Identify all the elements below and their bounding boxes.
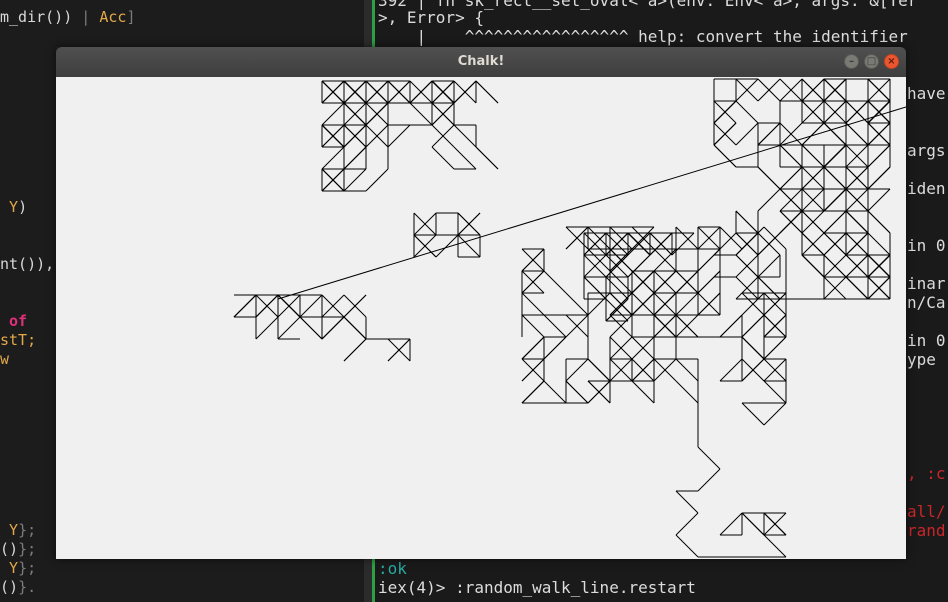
editor-line-10: ()}. [0, 578, 37, 596]
terminal-fragment: iden [907, 179, 946, 198]
editor-line-3: nt()), [0, 255, 55, 273]
terminal-fragment: , :c [907, 464, 946, 483]
terminal-fragment: ype [907, 350, 936, 369]
editor-line-4: of [0, 312, 28, 330]
terminal-fragment: in 0 [907, 331, 946, 350]
drawing-canvas[interactable] [56, 77, 907, 559]
editor-line-8: ()}; [0, 540, 37, 558]
terminal-ok-output: :ok [378, 559, 407, 578]
terminal-fragment: inar [907, 274, 946, 293]
window-title: Chalk! [457, 54, 505, 69]
minimize-button[interactable]: – [844, 54, 859, 69]
terminal-fragment: rand [907, 521, 946, 540]
minimize-icon: – [849, 56, 854, 67]
terminal-line: | ^^^^^^^^^^^^^^^^^ help: convert the id… [378, 27, 908, 46]
maximize-button[interactable]: □ [864, 54, 879, 69]
editor-line-6: w [0, 350, 10, 368]
editor-line-9: Y}; [0, 559, 37, 577]
close-button[interactable]: × [884, 54, 899, 69]
terminal-line: >, Error> { [378, 8, 484, 27]
chalk-window[interactable]: Chalk! – □ × [56, 47, 907, 559]
editor-line-1: m_dir()) | Acc] [0, 8, 136, 26]
close-icon: × [887, 56, 896, 67]
terminal-fragment: all/ [907, 502, 946, 521]
maximize-icon: □ [866, 56, 877, 67]
terminal-fragment: in 0 [907, 236, 946, 255]
terminal-fragment: n/Ca [907, 293, 946, 312]
window-titlebar[interactable]: Chalk! – □ × [56, 47, 906, 77]
terminal-fragment: args [907, 141, 946, 160]
editor-line-7: Y}; [0, 521, 37, 539]
random-walk-drawing [233, 78, 907, 558]
editor-line-5: stT; [0, 331, 37, 349]
terminal-prompt[interactable]: iex(4)> :random_walk_line.restart [378, 578, 696, 597]
terminal-fragment: have [907, 84, 946, 103]
editor-line-2: Y) [0, 198, 28, 216]
